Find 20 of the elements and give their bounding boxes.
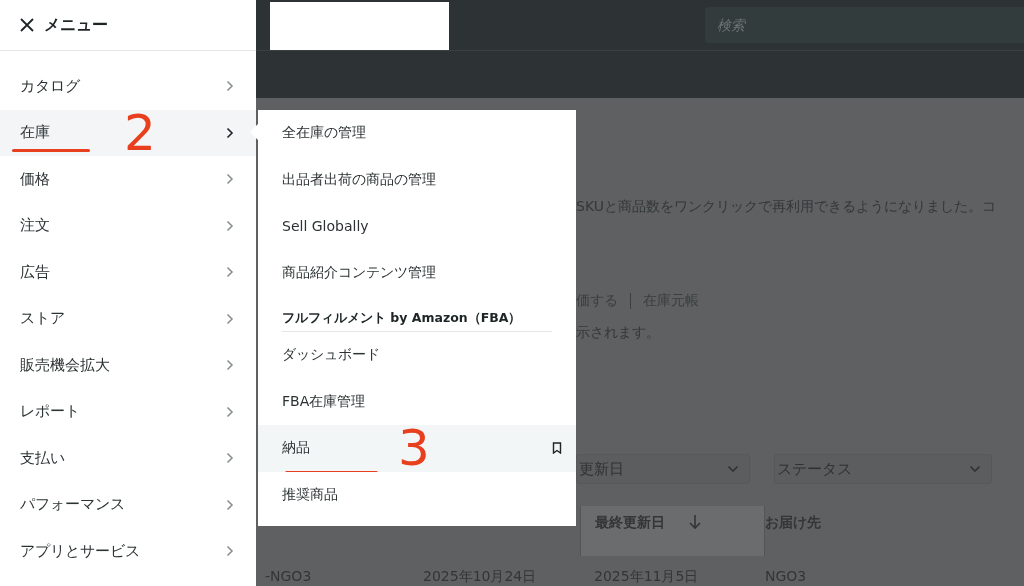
chevron-right-icon [226, 359, 234, 372]
chevron-right-icon [226, 498, 234, 511]
chevron-down-icon [727, 465, 739, 473]
chevron-down-icon [969, 465, 981, 473]
close-icon[interactable] [20, 18, 34, 32]
chevron-right-icon [226, 266, 234, 279]
chevron-right-icon [226, 173, 234, 186]
chevron-right-icon [226, 126, 234, 139]
chevron-right-icon [226, 80, 234, 93]
sort-down-icon [689, 514, 701, 530]
bookmark-icon[interactable] [552, 442, 562, 455]
menu-title: メニュー [44, 14, 108, 36]
chevron-right-icon [226, 219, 234, 232]
handwritten-number: 2 [124, 109, 156, 156]
search-field[interactable]: 検索 [704, 7, 1024, 43]
chevron-right-icon [226, 545, 234, 558]
handwritten-number: 3 [398, 425, 430, 471]
chevron-right-icon [226, 452, 234, 465]
chevron-right-icon [226, 405, 234, 418]
chevron-right-icon [226, 312, 234, 325]
